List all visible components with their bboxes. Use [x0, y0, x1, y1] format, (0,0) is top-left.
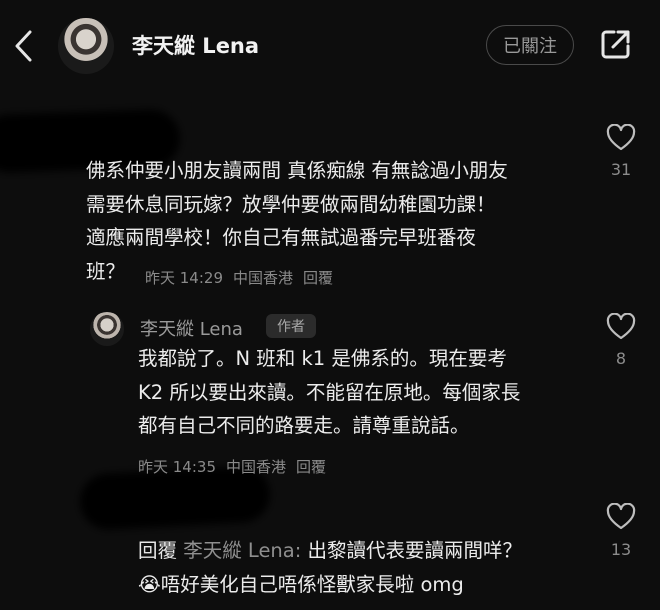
reply-button[interactable]: 回覆: [303, 269, 333, 287]
comment-line: 回覆 李天縱 Lena: 出黎讀代表要讀兩間咩？: [138, 534, 522, 568]
comment-body: 回覆 李天縱 Lena: 出黎讀代表要讀兩間咩？ 😭唔好美化自己唔係怪獸家長啦 …: [138, 534, 522, 601]
location: 中国香港: [226, 458, 287, 476]
reply-button[interactable]: 回覆: [296, 458, 326, 476]
back-chevron-icon[interactable]: [12, 28, 36, 64]
reply-to-mention[interactable]: 李天縱 Lena:: [183, 539, 301, 562]
reply-line: K2 所以要出來讀。不能留在原地。每個家長: [138, 380, 521, 404]
comment-line: 適應兩間學校！你自己有無試過番完早班番夜: [86, 226, 477, 249]
comment-line: 需要休息同玩嫁？放學仲要做兩間幼稚園功課！: [86, 192, 496, 216]
reply-meta: 昨天 14:35 中国香港 回覆: [138, 456, 336, 477]
like-heart-icon[interactable]: [606, 503, 636, 531]
reply-line: 都有自己不同的路要走。請尊重說話。: [138, 414, 470, 437]
comment-line: 😭唔好美化自己唔係怪獸家長啦 omg: [138, 568, 522, 602]
like-count: 8: [615, 349, 627, 368]
reply-line: 我都說了。N 班和 k1 是佛系的。現在要考: [138, 347, 507, 370]
timestamp: 昨天 14:35: [138, 458, 216, 476]
reply-author-name[interactable]: 李天縱 Lena: [140, 315, 243, 341]
share-icon[interactable]: [598, 26, 634, 62]
comment-text: 出黎讀代表要讀兩間咩？: [307, 539, 523, 562]
profile-avatar[interactable]: [58, 18, 114, 74]
like-heart-icon[interactable]: [606, 313, 636, 341]
author-badge: 作者: [266, 314, 316, 338]
comment-line: 佛系仲要小朋友讀兩間 真係痴線 有無諗過小朋友: [86, 159, 508, 182]
location: 中国香港: [233, 269, 294, 287]
timestamp: 昨天 14:29: [145, 269, 223, 287]
comment-text: 唔好美化自己唔係怪獸家長啦 omg: [160, 572, 464, 596]
crying-face-emoji-icon: 😭: [138, 572, 161, 596]
reply-prefix: 回覆: [138, 539, 178, 562]
like-heart-icon[interactable]: [606, 124, 636, 152]
reply-body: 我都說了。N 班和 k1 是佛系的。現在要考 K2 所以要出來讀。不能留在原地。…: [138, 342, 520, 443]
top-bar: 李天縱 Lena 已關注: [0, 0, 660, 95]
like-count: 13: [610, 540, 632, 559]
like-count: 31: [610, 160, 632, 179]
reply-author-avatar[interactable]: [90, 312, 124, 346]
following-button[interactable]: 已關注: [486, 25, 574, 65]
profile-name[interactable]: 李天縱 Lena: [132, 30, 259, 60]
comment-meta: 昨天 14:29 中国香港 回覆: [145, 267, 343, 288]
